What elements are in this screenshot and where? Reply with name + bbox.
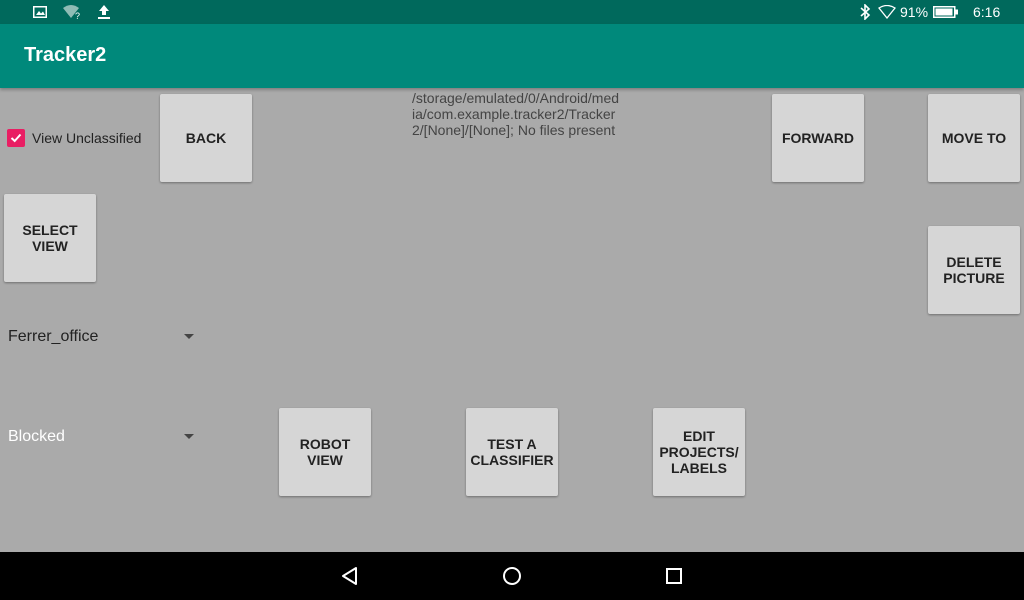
app-bar: Tracker2 <box>0 24 1024 88</box>
view-unclassified-label: View Unclassified <box>32 130 142 146</box>
wifi-signal-icon <box>878 3 896 21</box>
bluetooth-icon <box>859 3 871 21</box>
storage-path-text: /storage/emulated/0/Android/media/com.ex… <box>412 90 620 138</box>
image-icon <box>33 3 47 21</box>
delete-picture-button[interactable]: DELETE PICTURE <box>928 226 1020 314</box>
location-spinner[interactable]: Ferrer_office <box>8 322 198 352</box>
app-title: Tracker2 <box>24 44 107 66</box>
test-classifier-button[interactable]: TEST A CLASSIFIER <box>466 408 558 496</box>
status-bar: ? 91% 6:16 <box>0 0 1024 24</box>
select-view-button[interactable]: SELECT VIEW <box>4 194 96 282</box>
location-spinner-value: Ferrer_office <box>8 328 99 345</box>
dropdown-arrow-icon <box>184 434 194 439</box>
recents-square-icon[interactable] <box>662 564 686 588</box>
view-unclassified-checkbox[interactable]: View Unclassified <box>7 129 141 147</box>
svg-text:?: ? <box>75 11 80 20</box>
clock: 6:16 <box>973 4 1001 20</box>
edit-projects-labels-button[interactable]: EDIT PROJECTS/ LABELS <box>653 408 745 496</box>
label-spinner[interactable]: Blocked <box>8 422 198 452</box>
forward-button[interactable]: FORWARD <box>772 94 864 182</box>
checkbox-checked-icon[interactable] <box>7 129 25 147</box>
battery-icon <box>933 3 959 21</box>
main-content: View Unclassified BACK /storage/emulated… <box>0 88 1024 552</box>
upload-icon <box>97 3 111 21</box>
home-circle-icon[interactable] <box>500 564 524 588</box>
battery-percent: 91% <box>900 4 929 20</box>
dropdown-arrow-icon <box>184 334 194 339</box>
move-to-button[interactable]: MOVE TO <box>928 94 1020 182</box>
label-spinner-value: Blocked <box>8 428 65 445</box>
robot-view-button[interactable]: ROBOT VIEW <box>279 408 371 496</box>
back-triangle-icon[interactable] <box>338 564 362 588</box>
wifi-question-icon: ? <box>62 3 82 21</box>
navigation-bar <box>0 552 1024 600</box>
back-button[interactable]: BACK <box>160 94 252 182</box>
